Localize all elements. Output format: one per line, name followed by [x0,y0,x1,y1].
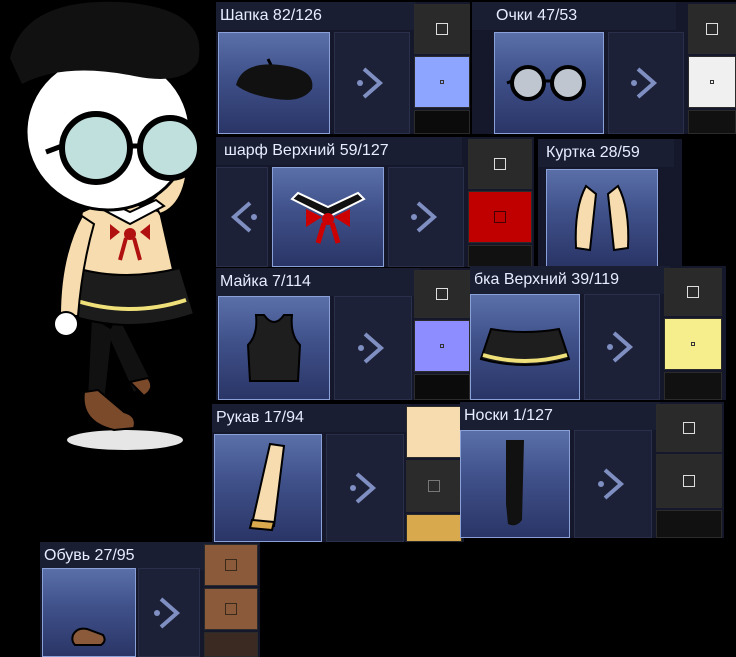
category-label: Носки 1/127 [460,402,660,430]
next-button[interactable] [138,568,200,657]
vest-icon [574,184,630,252]
next-button[interactable] [388,167,464,267]
color-swatch[interactable] [414,110,470,134]
sailor-collar-bow-icon [290,191,366,244]
category-label: Майка 7/114 [216,268,420,296]
next-button[interactable] [584,294,660,400]
color-swatch[interactable] [468,139,532,189]
next-button[interactable] [334,296,412,400]
category-label: бка Верхний 39/119 [470,266,670,294]
item-slot-jacket[interactable] [546,169,658,267]
color-swatch[interactable] [688,56,736,108]
panel-jacket: Куртка 28/59 [538,139,682,267]
item-slot-shoes[interactable] [42,568,136,657]
panel-socks: Носки 1/127 [460,402,724,538]
next-button[interactable] [574,430,652,538]
color-swatch[interactable] [406,514,462,542]
item-slot-skirt[interactable] [470,294,580,400]
color-swatch[interactable] [414,4,470,54]
color-swatch[interactable] [656,454,722,508]
item-slot-hat[interactable] [218,32,330,134]
color-swatch[interactable] [656,510,722,538]
tank-top-icon [246,314,302,382]
shoe-icon [71,627,106,646]
color-swatch[interactable] [204,544,258,586]
panel-hat: Шапка 82/126 [216,2,470,134]
item-slot-tank[interactable] [218,296,330,400]
next-button[interactable] [334,32,410,134]
item-slot-sleeve[interactable] [214,434,322,542]
color-swatch[interactable] [468,191,532,243]
chevron-right-icon [598,468,625,500]
color-swatch[interactable] [664,318,722,370]
chevron-right-icon [350,472,377,504]
color-swatch[interactable] [656,404,722,452]
color-swatch[interactable] [468,245,532,267]
chevron-right-icon [357,67,384,99]
category-label: Обувь 27/95 [40,542,212,570]
category-label: Шапка 82/126 [216,2,416,30]
sock-icon [506,440,524,526]
chibi-character-icon [10,1,203,450]
item-slot-scarf[interactable] [272,167,384,267]
color-swatch[interactable] [414,374,470,400]
chevron-right-icon [607,331,634,363]
category-label: Куртка 28/59 [538,139,674,167]
color-swatch[interactable] [664,372,722,400]
panel-tank: Майка 7/114 [216,268,470,400]
item-slot-glasses[interactable] [494,32,604,134]
beret-icon [236,58,313,100]
color-swatch[interactable] [414,270,470,318]
panel-scarf: шарф Верхний 59/127 [216,137,534,267]
chevron-left-icon [230,201,257,233]
color-swatch[interactable] [688,110,736,134]
prev-button[interactable] [216,167,268,267]
panel-shoes: Обувь 27/95 [40,542,260,657]
category-label: шарф Верхний 59/127 [216,137,462,165]
sleeve-icon [248,442,286,532]
color-swatch[interactable] [414,56,470,108]
chevron-right-icon [411,201,438,233]
chevron-right-icon [631,67,658,99]
color-swatch[interactable] [204,632,258,657]
color-swatch[interactable] [688,4,736,54]
next-button[interactable] [326,434,404,542]
round-glasses-icon [506,65,586,101]
next-button[interactable] [608,32,684,134]
color-swatch[interactable] [664,268,722,316]
color-swatch[interactable] [414,320,470,372]
color-swatch[interactable] [406,406,462,458]
item-slot-socks[interactable] [460,430,570,538]
character-preview [0,0,215,460]
category-label: Очки 47/53 [472,2,676,30]
category-label: Рукав 17/94 [212,404,410,432]
color-swatch[interactable] [406,460,462,512]
panel-glasses: Очки 47/53 [472,2,736,134]
panel-sleeve: Рукав 17/94 [212,404,464,542]
chevron-right-icon [154,596,181,629]
color-swatch[interactable] [204,588,258,630]
panel-skirt: бка Верхний 39/119 [470,266,726,400]
pleated-skirt-icon [479,327,571,366]
chevron-right-icon [358,332,385,364]
